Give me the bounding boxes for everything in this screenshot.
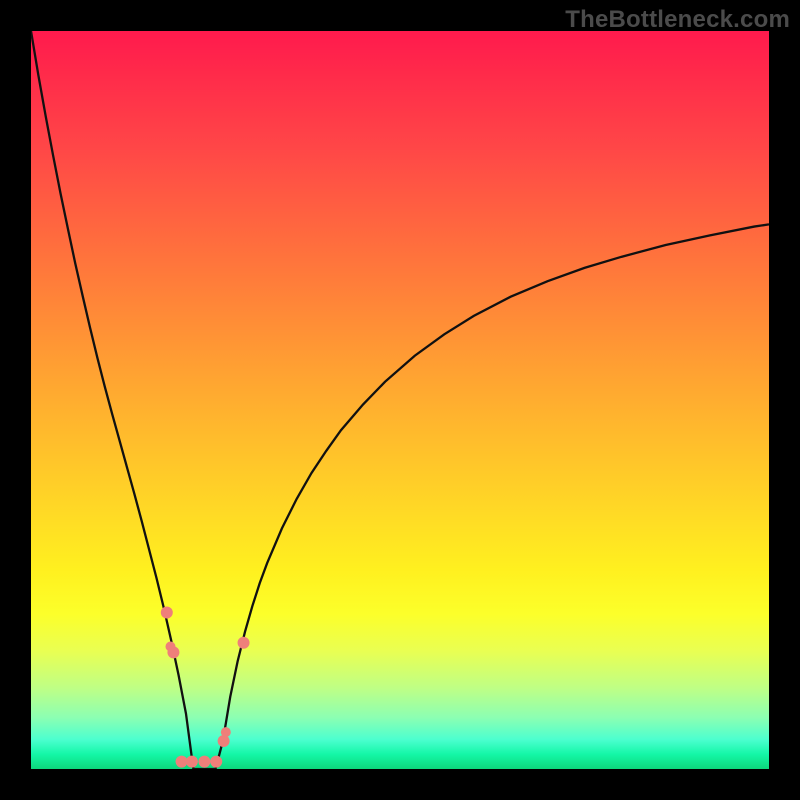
data-dot [221,727,231,737]
data-dot [218,735,230,747]
data-dot [186,756,198,768]
data-dot [198,756,210,768]
stage: TheBottleneck.com [0,0,800,800]
watermark-text: TheBottleneck.com [565,6,790,34]
curve-dots [161,607,250,768]
data-dot [176,756,188,768]
chart-svg [31,31,769,769]
data-dot [238,637,250,649]
data-dot [167,646,179,658]
bottleneck-curve [31,31,769,769]
data-dot [161,607,173,619]
data-dot [210,756,222,768]
plot-area [31,31,769,769]
